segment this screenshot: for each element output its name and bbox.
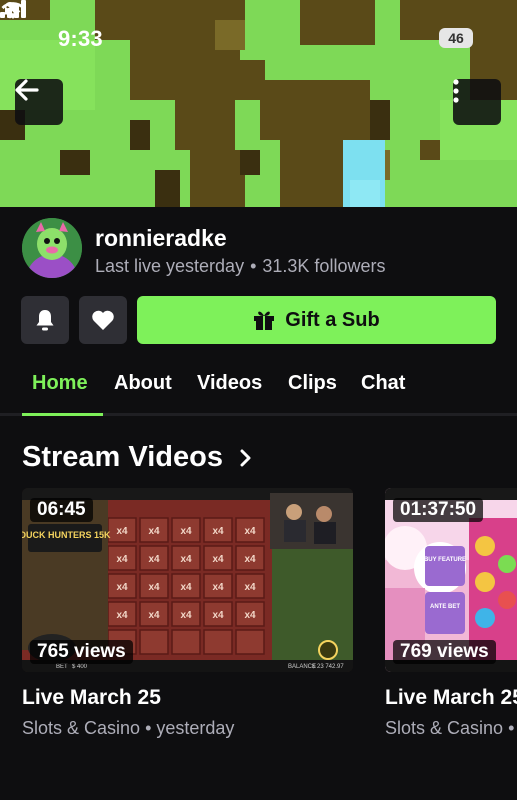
tile-label: x4 (116, 610, 128, 621)
avatar-image (22, 218, 82, 278)
tile-label: x4 (212, 582, 224, 593)
more-vertical-icon (453, 79, 459, 103)
more-options-button[interactable] (453, 79, 501, 125)
meta-separator: • (145, 718, 152, 738)
tile-label: x4 (212, 610, 224, 621)
video-card[interactable]: x4 x4 x4 x4 x4 x4 x4 x4 x4 x4 x4 x4 x4 x… (22, 488, 353, 738)
video-date: yesterday (156, 718, 235, 738)
channel-name[interactable]: ronnieradke (95, 225, 227, 252)
video-category[interactable]: Slots & Casino (22, 718, 140, 738)
game-logo: DUCK HUNTERS 15K (22, 530, 111, 540)
tab-home[interactable]: Home (32, 372, 88, 395)
gift-sub-button[interactable]: Gift a Sub (137, 296, 496, 344)
section-title[interactable]: Stream Videos (22, 441, 223, 474)
video-thumbnail[interactable]: BUY FEATURE ANTE BET 01:37:50 769 views (385, 488, 517, 672)
video-duration: 06:45 (30, 498, 93, 522)
video-views: 769 views (393, 640, 496, 664)
back-button[interactable] (15, 79, 63, 125)
chevron-right-icon[interactable] (239, 449, 253, 467)
active-tab-indicator (22, 413, 103, 416)
tile-label: x4 (180, 582, 192, 593)
feature-label: BUY FEATURE (424, 557, 466, 563)
tab-chat[interactable]: Chat (361, 372, 405, 395)
tile-label: x4 (180, 610, 192, 621)
channel-avatar[interactable] (22, 218, 82, 278)
bell-icon (36, 310, 54, 331)
follow-button[interactable] (79, 296, 127, 344)
video-thumbnail[interactable]: x4 x4 x4 x4 x4 x4 x4 x4 x4 x4 x4 x4 x4 x… (22, 488, 353, 672)
status-bar: 9:33 46 (0, 0, 517, 72)
ante-bet-label: ANTE BET (430, 604, 460, 610)
tile-label: x4 (148, 526, 160, 537)
tile-label: x4 (116, 554, 128, 565)
tab-clips[interactable]: Clips (288, 372, 337, 395)
video-meta: Slots & Casino•yesterday (385, 718, 517, 739)
video-category[interactable]: Slots & Casino (385, 718, 503, 738)
tile-label: x4 (212, 526, 224, 537)
video-meta: Slots & Casino•yesterday (22, 718, 234, 739)
bet-value: $ 400 (72, 664, 88, 670)
balance-value: $ 23 742.97 (312, 664, 344, 670)
tile-label: x4 (116, 526, 128, 537)
followers-count: 31.3K followers (262, 256, 386, 276)
video-card[interactable]: BUY FEATURE ANTE BET 01:37:50 769 views … (385, 488, 517, 738)
tile-label: x4 (244, 554, 256, 565)
wifi-icon (1, 2, 25, 19)
heart-icon (92, 310, 114, 330)
tile-label: x4 (148, 610, 160, 621)
tile-label: x4 (212, 554, 224, 565)
meta-separator: • (250, 256, 257, 276)
gift-sub-label: Gift a Sub (285, 308, 380, 331)
meta-separator: • (508, 718, 515, 738)
tile-label: x4 (180, 526, 192, 537)
channel-banner: 9:33 46 (0, 0, 517, 207)
status-time: 9:33 (58, 26, 103, 51)
channel-tabs: Home About Videos Clips Chat (0, 364, 517, 416)
gift-icon (254, 311, 275, 330)
tile-label: x4 (244, 610, 256, 621)
notifications-button[interactable] (21, 296, 69, 344)
tab-videos[interactable]: Videos (197, 372, 262, 395)
arrow-left-icon (15, 79, 39, 101)
video-title[interactable]: Live March 25 (22, 686, 161, 710)
tile-label: x4 (116, 582, 128, 593)
video-title[interactable]: Live March 25 (385, 686, 517, 710)
tile-label: x4 (244, 526, 256, 537)
battery-indicator: 46 (439, 28, 473, 48)
tab-about[interactable]: About (114, 372, 172, 395)
tile-label: x4 (148, 554, 160, 565)
tile-label: x4 (244, 582, 256, 593)
tile-label: x4 (148, 582, 160, 593)
last-live-text: Last live yesterday (95, 256, 245, 276)
bet-label: BET (56, 664, 68, 670)
channel-meta: Last live yesterday • 31.3K followers (95, 256, 385, 277)
video-views: 765 views (30, 640, 133, 664)
video-duration: 01:37:50 (393, 498, 484, 522)
tile-label: x4 (180, 554, 192, 565)
